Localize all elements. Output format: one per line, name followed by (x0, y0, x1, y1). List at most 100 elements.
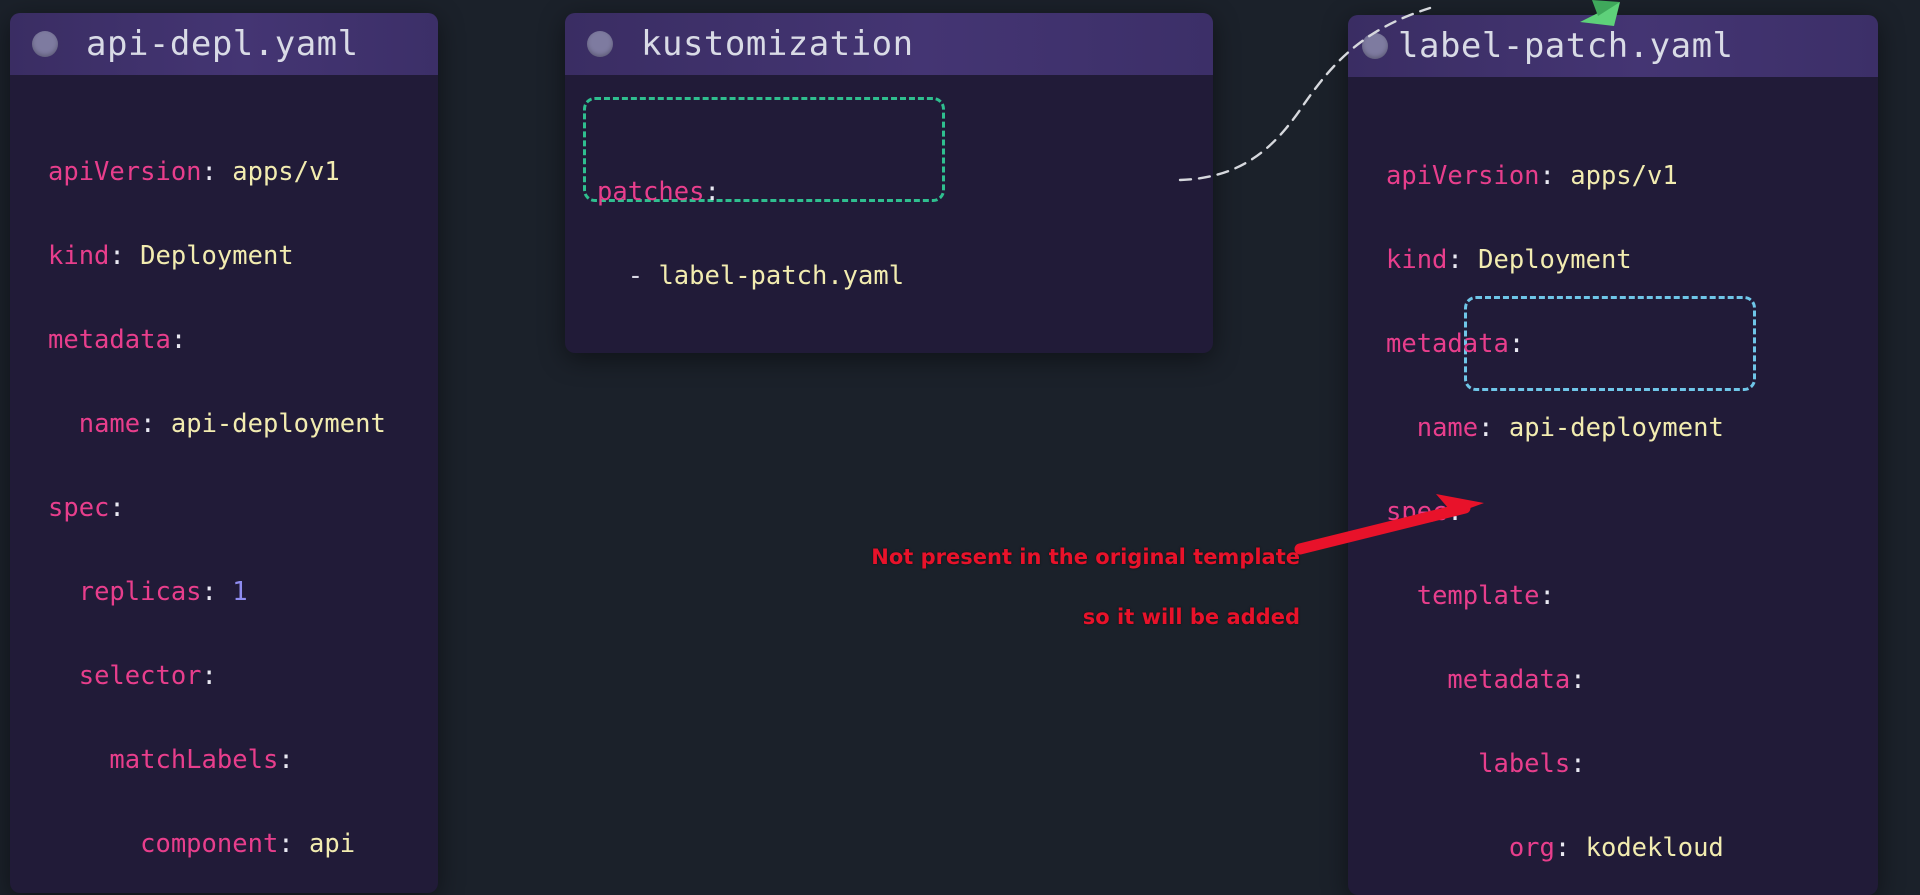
colon: : (1539, 161, 1571, 191)
colon: : (1447, 245, 1479, 275)
colon: : (704, 177, 720, 207)
code-line: kind: Deployment (48, 235, 438, 277)
colon: : (109, 493, 125, 523)
code-line: org: kodekloud (1386, 827, 1878, 869)
card-kustomization: kustomization patches: - label-patch.yam… (565, 13, 1213, 353)
card-api-depl: api-depl.yaml apiVersion: apps/v1 kind: … (10, 13, 438, 893)
colon: : (201, 577, 233, 607)
code-line: patches: (597, 171, 1213, 213)
yaml-value: apps/v1 (1570, 161, 1678, 191)
yaml-value: Deployment (140, 241, 294, 271)
yaml-key: apiVersion (48, 157, 202, 187)
yaml-key: matchLabels (109, 745, 279, 775)
yaml-key: labels (1478, 749, 1571, 779)
colon: : (170, 325, 187, 355)
yaml-key: spec (48, 493, 110, 523)
yaml-key: component (140, 829, 279, 859)
yaml-key: kind (1386, 245, 1448, 275)
code-line: name: api-deployment (1386, 407, 1878, 449)
yaml-key: selector (78, 661, 202, 691)
code-line: spec: (1386, 491, 1878, 533)
yaml-value: api-deployment (1508, 413, 1724, 443)
code-line: name: api-deployment (48, 403, 438, 445)
code-line: apiVersion: apps/v1 (48, 151, 438, 193)
code-line: component: api (48, 823, 438, 865)
colon: : (1447, 497, 1463, 527)
code-line: replicas: 1 (48, 571, 438, 613)
card-header-label-patch: label-patch.yaml (1348, 15, 1878, 77)
yaml-value: api-deployment (170, 409, 386, 439)
code-block-api-depl: apiVersion: apps/v1 kind: Deployment met… (10, 101, 438, 893)
card-body-kustomization: patches: - label-patch.yaml (565, 75, 1213, 353)
code-block-kustomization: patches: - label-patch.yaml (565, 101, 1213, 353)
colon: : (1478, 413, 1509, 443)
code-line: labels: (1386, 743, 1878, 785)
card-body-api-depl: apiVersion: apps/v1 kind: Deployment met… (10, 75, 438, 893)
annotation-line-2: so it will be added (1082, 605, 1300, 629)
colon: : (201, 661, 217, 691)
yaml-value: api (309, 829, 356, 859)
code-line: spec: (48, 487, 438, 529)
yaml-value: apps/v1 (232, 157, 340, 187)
code-line: metadata: (1386, 323, 1878, 365)
card-header-api-depl: api-depl.yaml (10, 13, 438, 75)
yaml-key: name (1416, 413, 1479, 443)
card-title-api-depl: api-depl.yaml (86, 24, 359, 64)
annotation-line-1: Not present in the original template (871, 545, 1300, 569)
card-header-kustomization: kustomization (565, 13, 1213, 75)
code-line: apiVersion: apps/v1 (1386, 155, 1878, 197)
window-dot-icon (32, 31, 58, 57)
yaml-value: kodekloud (1585, 833, 1724, 863)
colon: : (140, 409, 171, 439)
card-body-label-patch: apiVersion: apps/v1 kind: Deployment met… (1348, 77, 1878, 895)
colon: : (201, 157, 233, 187)
colon: : (1554, 833, 1586, 863)
colon: : (278, 745, 294, 775)
yaml-value: label-patch.yaml (658, 261, 905, 291)
yaml-key: kind (48, 241, 110, 271)
code-block-label-patch: apiVersion: apps/v1 kind: Deployment met… (1348, 103, 1878, 895)
code-line: matchLabels: (48, 739, 438, 781)
card-label-patch: label-patch.yaml apiVersion: apps/v1 kin… (1348, 15, 1878, 895)
window-dot-icon (587, 31, 613, 57)
colon: : (1570, 749, 1586, 779)
code-line: - label-patch.yaml (597, 255, 1213, 297)
yaml-value: 1 (232, 577, 248, 607)
colon: : (1570, 665, 1586, 695)
list-bullet: - (627, 261, 659, 291)
annotation-text: Not present in the original template so … (760, 512, 1300, 662)
yaml-key: name (78, 409, 141, 439)
diagram-canvas: api-depl.yaml apiVersion: apps/v1 kind: … (0, 0, 1920, 895)
code-line: selector: (48, 655, 438, 697)
code-line: metadata: (1386, 659, 1878, 701)
yaml-key: template (1416, 581, 1540, 611)
yaml-key: replicas (78, 577, 202, 607)
colon: : (109, 241, 141, 271)
colon: : (1539, 581, 1555, 611)
colon: : (278, 829, 310, 859)
yaml-key: org (1508, 833, 1555, 863)
code-line: template: (1386, 575, 1878, 617)
code-line: metadata: (48, 319, 438, 361)
yaml-key: metadata (1386, 329, 1509, 359)
colon: : (1508, 329, 1525, 359)
card-title-label-patch: label-patch.yaml (1398, 26, 1734, 66)
yaml-key: spec (1386, 497, 1448, 527)
card-title-kustomization: kustomization (641, 24, 914, 64)
window-dot-icon (1362, 33, 1388, 59)
yaml-key: apiVersion (1386, 161, 1540, 191)
code-line: kind: Deployment (1386, 239, 1878, 281)
yaml-key: metadata (1447, 665, 1571, 695)
yaml-key: metadata (48, 325, 171, 355)
